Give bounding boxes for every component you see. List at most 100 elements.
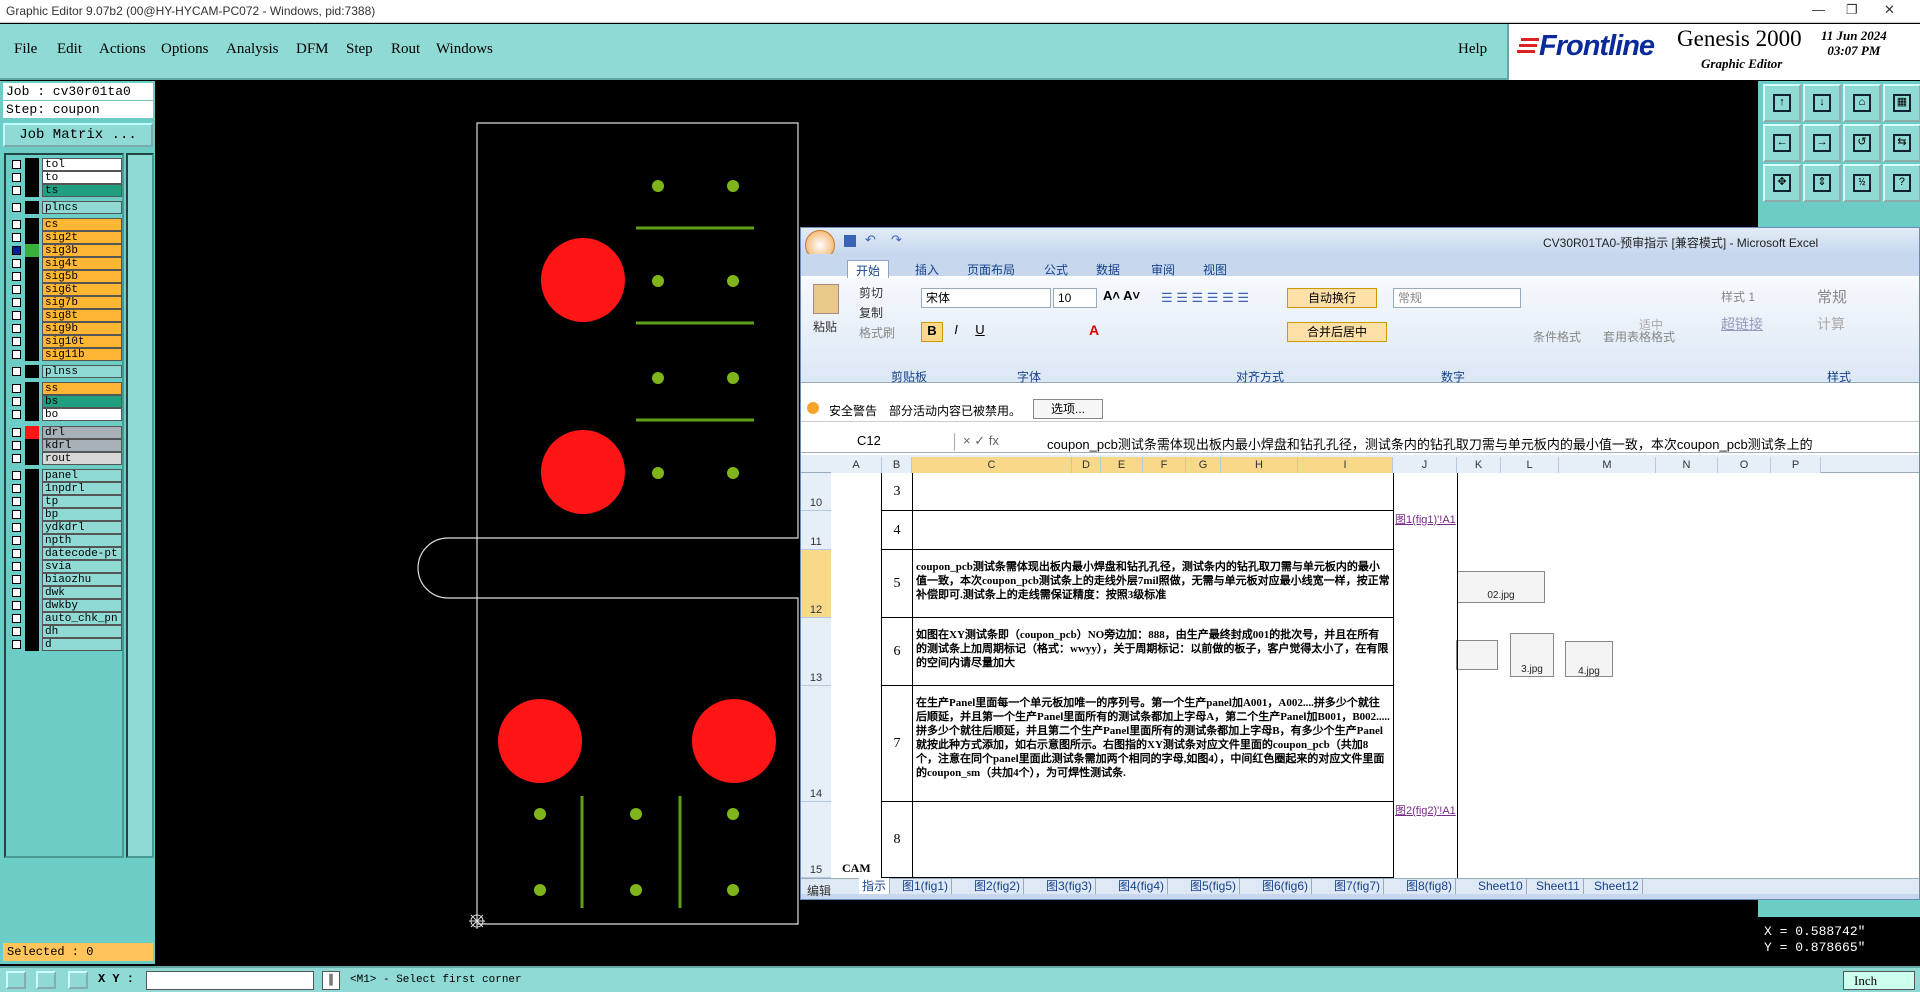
options-button[interactable]: 选项...: [1033, 399, 1103, 419]
style-hyperlink[interactable]: 超链接: [1721, 314, 1763, 334]
sheet-tab[interactable]: 图4(fig4): [1115, 878, 1169, 894]
font-size-select[interactable]: 10: [1053, 288, 1097, 308]
layer-checkbox[interactable]: [12, 614, 21, 623]
menu-step[interactable]: Step: [346, 41, 373, 58]
layer-name[interactable]: plnss: [42, 365, 122, 378]
menu-rout[interactable]: Rout: [391, 41, 420, 58]
layer-checkbox[interactable]: [12, 441, 21, 450]
move-up-icon[interactable]: ↑: [1763, 84, 1801, 122]
conditional-format-button[interactable]: 条件格式: [1533, 328, 1581, 345]
sheet-tab[interactable]: 图6(fig6): [1259, 878, 1313, 894]
menu-dfm[interactable]: DFM: [296, 41, 329, 58]
close-icon[interactable]: ✕: [1884, 2, 1895, 18]
move-left-icon[interactable]: ←: [1763, 124, 1801, 162]
row-header[interactable]: 11: [801, 511, 831, 550]
row-header[interactable]: 12: [801, 550, 831, 618]
help-icon[interactable]: ?: [1883, 164, 1920, 202]
layer-checkbox[interactable]: [12, 484, 21, 493]
cell-b[interactable]: 7: [882, 736, 912, 752]
move-down-icon[interactable]: ↓: [1803, 84, 1841, 122]
hyperlink-cell[interactable]: 图2(fig2)'!A1: [1395, 804, 1457, 818]
column-header-n[interactable]: N: [1656, 457, 1718, 473]
tab-review[interactable]: 审阅: [1149, 260, 1177, 280]
layer-row[interactable]: bo: [8, 407, 122, 422]
layer-checkbox[interactable]: [12, 536, 21, 545]
number-format-select[interactable]: 常规: [1393, 288, 1521, 308]
menu-edit[interactable]: Edit: [57, 41, 82, 58]
italic-button[interactable]: I: [947, 322, 965, 337]
layer-checkbox[interactable]: [12, 454, 21, 463]
row-header[interactable]: 15: [801, 802, 831, 878]
fx-icon[interactable]: × ✓ fx: [963, 433, 999, 449]
fit-vertical-icon[interactable]: ⇕: [1803, 164, 1841, 202]
layer-checkbox[interactable]: [12, 601, 21, 610]
layer-checkbox[interactable]: [12, 497, 21, 506]
layer-checkbox[interactable]: [12, 350, 21, 359]
layer-color-swatch[interactable]: [25, 452, 39, 465]
xy-input[interactable]: [146, 971, 314, 990]
column-header-i[interactable]: I: [1298, 457, 1393, 473]
align-icons[interactable]: ☰ ☰ ☰ ☰ ☰ ☰: [1161, 290, 1249, 306]
wrap-text-button[interactable]: 自动换行: [1287, 288, 1377, 308]
layer-row[interactable]: ts: [8, 183, 122, 198]
font-name-select[interactable]: 宋体: [921, 288, 1051, 308]
format-painter-button[interactable]: 格式刷: [859, 324, 895, 341]
layer-checkbox[interactable]: [12, 220, 21, 229]
grid-icon[interactable]: ▦: [1883, 84, 1920, 122]
column-header-o[interactable]: O: [1718, 457, 1771, 473]
tab-home[interactable]: 开始: [847, 260, 890, 280]
underline-button[interactable]: U: [971, 322, 989, 337]
column-header-l[interactable]: L: [1501, 457, 1559, 473]
sheet-tab[interactable]: 图2(fig2): [971, 878, 1025, 894]
layer-name[interactable]: ts: [42, 184, 122, 197]
menu-help[interactable]: Help: [1458, 41, 1487, 58]
layer-row[interactable]: plnss: [8, 364, 122, 379]
layer-checkbox[interactable]: [12, 311, 21, 320]
layer-name[interactable]: rout: [42, 452, 122, 465]
cell-c-text[interactable]: 如图在XY测试条即（coupon_pcb）NO旁边加：888，由生产最终封成00…: [916, 628, 1390, 670]
column-header-j[interactable]: J: [1393, 457, 1457, 473]
layer-checkbox[interactable]: [12, 549, 21, 558]
sheet-tab[interactable]: 指示: [859, 878, 891, 894]
layer-checkbox[interactable]: [12, 562, 21, 571]
menu-file[interactable]: File: [14, 41, 37, 58]
layer-name[interactable]: sig11b: [42, 348, 122, 361]
layer-color-swatch[interactable]: [25, 348, 39, 361]
layer-row[interactable]: plncs: [8, 200, 122, 215]
layer-checkbox[interactable]: [12, 324, 21, 333]
column-header-k[interactable]: K: [1457, 457, 1501, 473]
cell-c-text[interactable]: 在生产Panel里面每一个单元板加唯一的序列号。第一个生产panel加A001，…: [916, 696, 1390, 780]
bold-button[interactable]: B: [921, 322, 943, 342]
column-header-m[interactable]: M: [1559, 457, 1656, 473]
paste-icon[interactable]: [813, 284, 839, 314]
column-header-p[interactable]: P: [1771, 457, 1821, 473]
column-header-d[interactable]: D: [1072, 457, 1101, 473]
layer-checkbox[interactable]: [12, 640, 21, 649]
column-header-c[interactable]: C: [912, 457, 1072, 473]
layer-checkbox[interactable]: [12, 173, 21, 182]
tab-page-layout[interactable]: 页面布局: [965, 260, 1017, 280]
row-header[interactable]: 13: [801, 618, 831, 686]
merge-center-button[interactable]: 合并后居中: [1287, 322, 1387, 342]
image-02[interactable]: 02.jpg: [1457, 571, 1545, 603]
style-calc[interactable]: 计算: [1817, 314, 1845, 334]
image-4[interactable]: 4.jpg: [1565, 641, 1613, 677]
cut-button[interactable]: 剪切: [859, 284, 883, 301]
layer-list-scrollbar[interactable]: [126, 153, 154, 858]
layer-row[interactable]: sig11b: [8, 347, 122, 362]
layer-checkbox[interactable]: [12, 203, 21, 212]
maximize-icon[interactable]: ❐: [1846, 2, 1858, 18]
pause-icon[interactable]: ∥: [322, 971, 340, 990]
tab-view[interactable]: 视图: [1201, 260, 1229, 280]
row-header[interactable]: 14: [801, 686, 831, 802]
layer-row[interactable]: rout: [8, 451, 122, 466]
menu-analysis[interactable]: Analysis: [226, 41, 279, 58]
layer-checkbox[interactable]: [12, 397, 21, 406]
layer-checkbox[interactable]: [12, 246, 21, 255]
cell-c-text[interactable]: coupon_pcb测试条需体现出板内最小焊盘和钻孔孔径，测试条内的钻孔取刀需与…: [916, 560, 1390, 602]
row-header[interactable]: 10: [801, 473, 831, 511]
layer-color-swatch[interactable]: [25, 408, 39, 421]
menu-actions[interactable]: Actions: [99, 41, 146, 58]
menu-options[interactable]: Options: [161, 41, 209, 58]
layer-checkbox[interactable]: [12, 298, 21, 307]
